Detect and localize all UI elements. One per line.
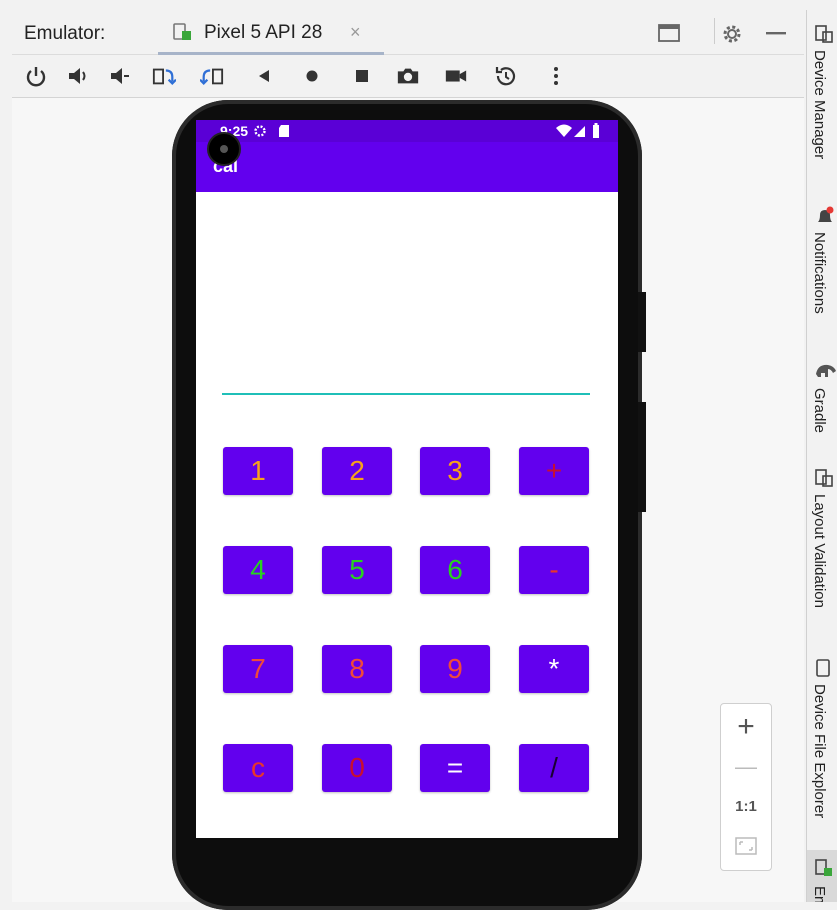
gradle-elephant-icon	[816, 364, 836, 377]
rotate-left-icon[interactable]	[152, 65, 176, 87]
rotate-right-icon[interactable]	[200, 65, 224, 87]
right-tool-sidebar: Device Manager Notifications Gradle Layo…	[806, 10, 837, 902]
sidebar-tab-device-file-explorer[interactable]: Device File Explorer	[807, 658, 837, 838]
calc-button[interactable]: =	[420, 744, 490, 792]
window-mode-icon[interactable]	[656, 22, 682, 44]
calc-button[interactable]: 1	[223, 447, 293, 495]
calc-button[interactable]: 6	[420, 546, 490, 594]
battery-icon	[593, 123, 599, 138]
calc-button[interactable]: -	[519, 546, 589, 594]
calc-button[interactable]: *	[519, 645, 589, 693]
zoom-in-button[interactable]: +	[721, 710, 771, 744]
power-icon[interactable]	[24, 65, 48, 87]
camera-icon[interactable]	[396, 65, 420, 87]
sidebar-tab-label: Device Manager	[811, 50, 828, 160]
home-icon[interactable]	[300, 65, 324, 87]
calc-button[interactable]: 2	[322, 447, 392, 495]
zoom-out-button[interactable]: —	[721, 754, 771, 780]
sidebar-tab-label: Gradle	[811, 388, 828, 434]
tab-title: Pixel 5 API 28	[204, 22, 323, 43]
snapshot-icon[interactable]	[494, 65, 518, 87]
sidebar-tab-gradle[interactable]: Gradle	[807, 362, 837, 462]
sidebar-tab-label: Layout Validation	[811, 494, 828, 608]
sidebar-tab-label: Notifications	[811, 232, 828, 314]
sidebar-tab-device-manager[interactable]: Device Manager	[807, 24, 837, 194]
toolbar-separator	[714, 18, 715, 44]
emulator-label: Emulator:	[24, 23, 106, 44]
notification-bell-icon	[818, 206, 834, 222]
sidebar-tab-layout-validation[interactable]: Layout Validation	[807, 468, 837, 638]
zoom-actual-size-button[interactable]: 1:1	[721, 798, 771, 815]
back-icon[interactable]	[252, 65, 276, 87]
close-tab-button[interactable]: ×	[350, 22, 361, 43]
sd-card-icon	[279, 125, 289, 137]
wifi-icon	[556, 124, 572, 137]
power-side-button	[638, 292, 646, 352]
display-input-field[interactable]	[222, 393, 590, 395]
tab-pixel5-api28[interactable]: Pixel 5 API 28 ×	[158, 10, 384, 55]
app-bar: cal	[196, 142, 618, 192]
emulator-device-icon	[815, 859, 832, 876]
fit-screen-icon[interactable]	[734, 836, 758, 856]
sidebar-tab-label: Device File Explorer	[811, 684, 828, 819]
calc-button[interactable]: 9	[420, 645, 490, 693]
device-icon	[173, 23, 191, 40]
calc-button[interactable]: 4	[223, 546, 293, 594]
zoom-controls: + — 1:1	[720, 703, 772, 871]
front-camera	[207, 132, 241, 166]
emulator-toolbar	[12, 55, 804, 98]
volume-up-icon[interactable]	[66, 65, 90, 87]
status-bar: 9:25	[196, 120, 618, 142]
device-manager-icon	[815, 25, 833, 43]
calc-button[interactable]: c	[223, 744, 293, 792]
settings-status-icon	[254, 125, 266, 137]
calc-button[interactable]: 8	[322, 645, 392, 693]
calc-button[interactable]: 3	[420, 447, 490, 495]
calc-button[interactable]: 0	[322, 744, 392, 792]
minimize-icon[interactable]	[764, 22, 788, 44]
record-icon[interactable]	[444, 65, 468, 87]
calc-button[interactable]: +	[519, 447, 589, 495]
device-file-explorer-icon	[816, 659, 830, 677]
gear-icon[interactable]	[720, 22, 744, 46]
sidebar-tab-emulator[interactable]: Em	[807, 850, 837, 902]
sidebar-tab-label: Em	[811, 886, 828, 902]
calc-button[interactable]: 5	[322, 546, 392, 594]
volume-side-button	[638, 402, 646, 512]
overview-icon[interactable]	[350, 65, 374, 87]
sidebar-tab-notifications[interactable]: Notifications	[807, 206, 837, 356]
volume-down-icon[interactable]	[108, 65, 132, 87]
calc-button[interactable]: 7	[223, 645, 293, 693]
layout-validation-icon	[815, 469, 833, 487]
calc-button[interactable]: /	[519, 744, 589, 792]
signal-icon	[574, 126, 585, 137]
more-icon[interactable]	[544, 65, 568, 87]
emulator-tab-bar: Emulator: Pixel 5 API 28 ×	[12, 10, 804, 55]
phone-screen[interactable]: 9:25 cal 1 2 3 +4 5 6- 7 8 9 * c 0 = /	[196, 120, 618, 838]
